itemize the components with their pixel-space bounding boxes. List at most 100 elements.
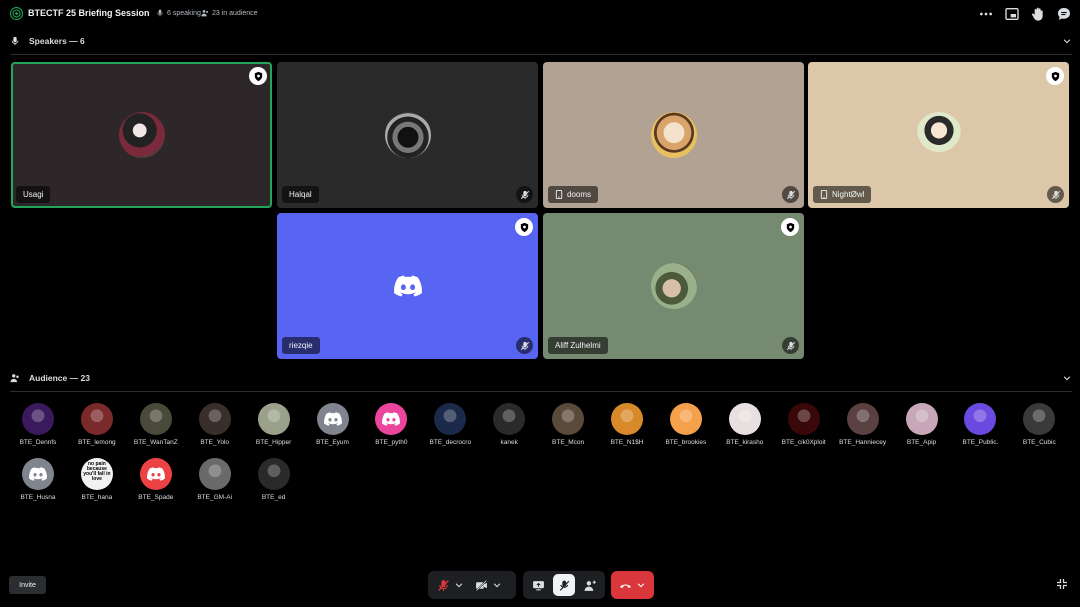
share-screen-button[interactable]: [527, 574, 549, 596]
speaker-tile[interactable]: Halqal: [277, 62, 538, 208]
audience-member[interactable]: BTE_Dennfs: [8, 403, 68, 455]
speaker-name: Halqal: [289, 190, 312, 199]
discord-logo-icon: [394, 275, 422, 297]
audience-member[interactable]: BTE_Mcon: [538, 403, 598, 455]
speaker-name: Usagi: [23, 190, 44, 199]
raise-hand-icon[interactable]: [1030, 6, 1046, 22]
audience-member[interactable]: BTE_GM-Ai: [185, 458, 245, 510]
disconnect-button[interactable]: [614, 574, 636, 596]
mic-muted-icon: [437, 579, 449, 591]
chevron-down-icon[interactable]: [636, 580, 646, 590]
speaker-tile[interactable]: riezqie: [277, 213, 538, 359]
audience-member[interactable]: BTE_kirasho: [715, 403, 775, 455]
chevron-down-icon[interactable]: [1062, 36, 1072, 46]
audience-member[interactable]: BTE_Eyum: [303, 403, 363, 455]
speaker-name-tag: Halqal: [282, 186, 319, 203]
audience-member[interactable]: BTE_Cubic: [1009, 403, 1069, 455]
chat-icon[interactable]: [1056, 6, 1072, 22]
avatar: [964, 403, 997, 435]
audience-member-name: BTE_Public.: [962, 439, 999, 446]
chevron-down-icon[interactable]: [1062, 373, 1072, 383]
mic-muted-icon: [1051, 190, 1060, 199]
audience-member-name: BTE_Husna: [20, 494, 56, 501]
stage-moderator-badge: [249, 67, 267, 85]
chevron-down-icon[interactable]: [492, 580, 502, 590]
speaker-name: Aliff Zulhelmi: [555, 341, 601, 350]
audience-member-name: BTE_Dennfs: [19, 439, 57, 446]
mobile-device-icon: [820, 190, 828, 199]
speaker-tile[interactable]: NightØwl: [808, 62, 1069, 208]
speaker-name: dooms: [567, 190, 592, 199]
speaker-name-tag: NightØwl: [813, 186, 872, 203]
discord-logo-icon: [146, 467, 165, 481]
speaker-tile[interactable]: dooms: [543, 62, 804, 208]
audience-member[interactable]: BTE_Apip: [892, 403, 952, 455]
muted-indicator: [782, 337, 799, 354]
avatar: [846, 403, 879, 435]
audience-member-name: kanek: [500, 439, 518, 446]
audience-member[interactable]: BTE_WanTanZ: [126, 403, 186, 455]
audience-member[interactable]: no pain because you'll fall in love BTE_h…: [67, 458, 127, 510]
avatar: [375, 403, 408, 435]
channel-title: BTECTF 25 Briefing Session: [28, 8, 150, 18]
audience-member-name: BTE_lemong: [78, 439, 116, 446]
audience-member-name: BTE_GM-Ai: [197, 494, 233, 501]
audience-member[interactable]: BTE_brookies: [656, 403, 716, 455]
avatar: [1023, 403, 1056, 435]
chevron-down-icon[interactable]: [454, 580, 464, 590]
audience-member[interactable]: BTE_Spade: [126, 458, 186, 510]
audience-member[interactable]: kanek: [479, 403, 539, 455]
audience-member[interactable]: BTE_Yolo: [185, 403, 245, 455]
audience-header[interactable]: Audience — 23: [10, 371, 1074, 385]
microphone-icon: [11, 36, 19, 46]
move-to-audience-button[interactable]: [553, 574, 575, 596]
avatar: [611, 403, 643, 435]
discord-logo-icon: [29, 467, 47, 481]
invite-to-speak-button[interactable]: [579, 574, 601, 596]
exit-fullscreen-icon[interactable]: [1056, 578, 1068, 590]
audience-member-name: BTE_Hanniecey: [839, 439, 887, 446]
invite-button[interactable]: Invite: [9, 576, 46, 594]
audience-member[interactable]: BTE_decrocro: [420, 403, 480, 455]
top-bar: BTECTF 25 Briefing Session 6 speaking 23…: [0, 0, 1080, 28]
speaker-name-tag: Usagi: [16, 186, 51, 203]
speaker-tile[interactable]: Usagi: [11, 62, 272, 208]
microphone-icon: [157, 9, 163, 17]
audience-member-name: BTE_kirasho: [726, 439, 764, 446]
audience-member[interactable]: BTE_lemong: [67, 403, 127, 455]
avatar: no pain because you'll fall in love: [80, 458, 113, 490]
mute-toggle-button[interactable]: [432, 574, 454, 596]
camera-toggle-button[interactable]: [470, 574, 492, 596]
audience-member[interactable]: BTE_cik0Xploit: [774, 403, 834, 455]
avatar: [552, 403, 585, 435]
audience-member[interactable]: BTE_pyth0: [361, 403, 421, 455]
avatar: [384, 112, 431, 158]
speaking-count-label: 6 speaking: [167, 9, 201, 17]
speaker-tile[interactable]: Aliff Zulhelmi: [543, 213, 804, 359]
popout-window-icon[interactable]: [1004, 6, 1020, 22]
audience-member-name: BTE_Yolo: [200, 439, 230, 446]
audience-member-name: BTE_Spade: [138, 494, 174, 501]
audience-member[interactable]: BTE_Hanniecey: [833, 403, 893, 455]
audience-member[interactable]: BTE_ed: [244, 458, 304, 510]
avatar: [787, 403, 820, 435]
muted-indicator: [1047, 186, 1064, 203]
more-options-icon[interactable]: [978, 6, 994, 22]
audience-member-name: BTE_Hipper: [255, 439, 292, 446]
avatar: [650, 112, 697, 158]
audience-member[interactable]: BTE_Husna: [8, 458, 68, 510]
speaker-name-tag: dooms: [548, 186, 599, 203]
speakers-heading: Speakers — 6: [29, 36, 85, 46]
share-screen-icon: [532, 580, 544, 590]
audience-member[interactable]: BTE_N1$H: [597, 403, 657, 455]
speakers-header[interactable]: Speakers — 6: [10, 34, 1074, 48]
avatar: [118, 112, 165, 158]
audience-member-name: BTE_cik0Xploit: [781, 439, 826, 446]
shield-icon: [1051, 71, 1059, 81]
audience-member[interactable]: BTE_Public.: [950, 403, 1010, 455]
audience-member[interactable]: BTE_Hipper: [244, 403, 304, 455]
avatar: [80, 403, 113, 435]
stage-channel-icon: [10, 7, 23, 20]
audience-count-label: 23 in audience: [212, 9, 258, 17]
audience-member-name: BTE_hana: [81, 494, 113, 501]
